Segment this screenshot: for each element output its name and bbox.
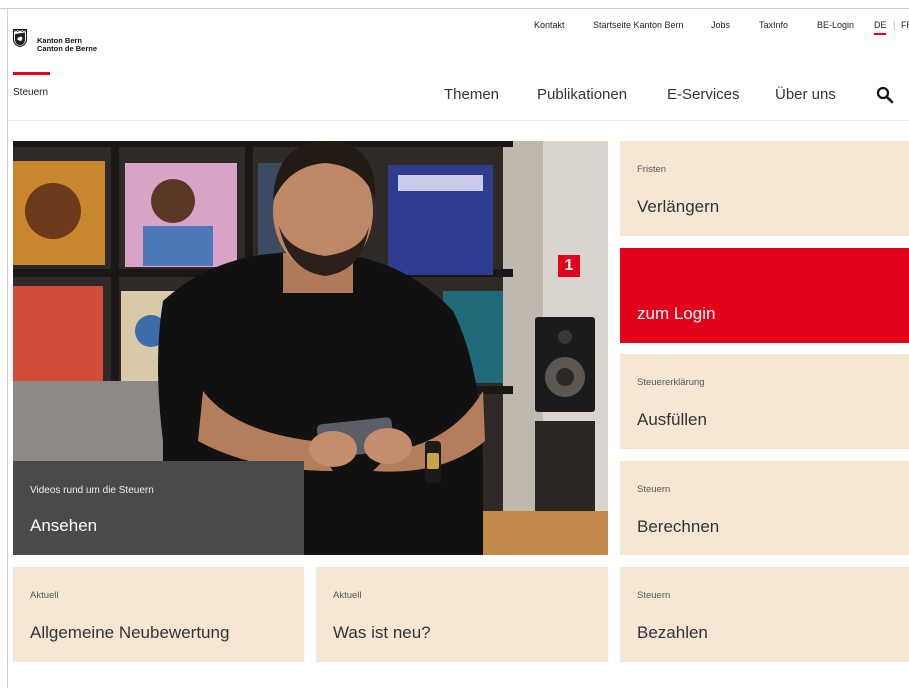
lang-de-link[interactable]: DE [874, 20, 887, 30]
tile-title: Allgemeine Neubewertung [30, 623, 230, 642]
tile-label: Steuern [637, 484, 671, 495]
tile-label: Aktuell [333, 590, 362, 601]
tile-title: Was ist neu? [333, 623, 431, 642]
videos-teaser-title: Ansehen [30, 516, 98, 535]
meta-link-startseite[interactable]: Startseite Kanton Bern [593, 20, 684, 30]
meta-link-be-login[interactable]: BE-Login [817, 20, 854, 30]
nav-ueber-uns[interactable]: Über uns [775, 86, 836, 103]
meta-link-taxinfo[interactable]: TaxInfo [759, 20, 788, 30]
meta-link-jobs[interactable]: Jobs [711, 20, 730, 30]
header-divider [9, 120, 909, 121]
tile-fristen-verlaengern[interactable]: Fristen Verlängern [620, 141, 909, 236]
tile-label: Aktuell [30, 590, 59, 601]
tile-label: Fristen [637, 164, 667, 175]
annotation-badge: 1 [558, 255, 580, 277]
search-icon [876, 86, 894, 104]
tile-title: Berechnen [637, 517, 720, 536]
videos-teaser-label: Videos rund um die Steuern [30, 485, 154, 496]
search-button[interactable] [876, 86, 894, 104]
browser-frame-left [0, 9, 8, 688]
active-language-indicator [874, 33, 886, 35]
tile-allgemeine-neubewertung[interactable]: Aktuell Allgemeine Neubewertung [13, 567, 304, 662]
lang-fr-link[interactable]: FR [901, 20, 909, 30]
meta-link-kontakt[interactable]: Kontakt [534, 20, 565, 30]
tile-label: Steuern [637, 590, 671, 601]
nav-e-services[interactable]: E-Services [667, 86, 740, 103]
tile-steuern-bezahlen[interactable]: Steuern Bezahlen [620, 567, 909, 662]
tile-zum-login[interactable]: zum Login [620, 248, 909, 343]
logo-red-underline [13, 72, 50, 75]
tile-title: zum Login [637, 304, 716, 323]
nav-publikationen[interactable]: Publikationen [537, 86, 627, 103]
nav-themen[interactable]: Themen [444, 86, 499, 103]
logo-text: Kanton Bern Canton de Berne [37, 37, 97, 53]
tile-title: Ausfüllen [637, 410, 707, 429]
meta-navigation: Kontakt Startseite Kanton Bern Jobs TaxI… [0, 20, 909, 34]
tile-title: Verlängern [637, 197, 720, 216]
main-navigation: Themen Publikationen E-Services Über uns [0, 86, 909, 110]
videos-teaser[interactable]: Videos rund um die Steuern Ansehen [13, 461, 304, 555]
tile-steuern-berechnen[interactable]: Steuern Berechnen [620, 461, 909, 555]
tile-was-ist-neu[interactable]: Aktuell Was ist neu? [316, 567, 608, 662]
browser-frame-top [0, 0, 909, 9]
tile-steuererklaerung-ausfuellen[interactable]: Steuererklärung Ausfüllen [620, 354, 909, 449]
tile-title: Bezahlen [637, 623, 708, 642]
logo-line-2: Canton de Berne [37, 44, 98, 53]
tile-label: Steuererklärung [637, 377, 705, 388]
lang-separator: | [893, 20, 896, 30]
